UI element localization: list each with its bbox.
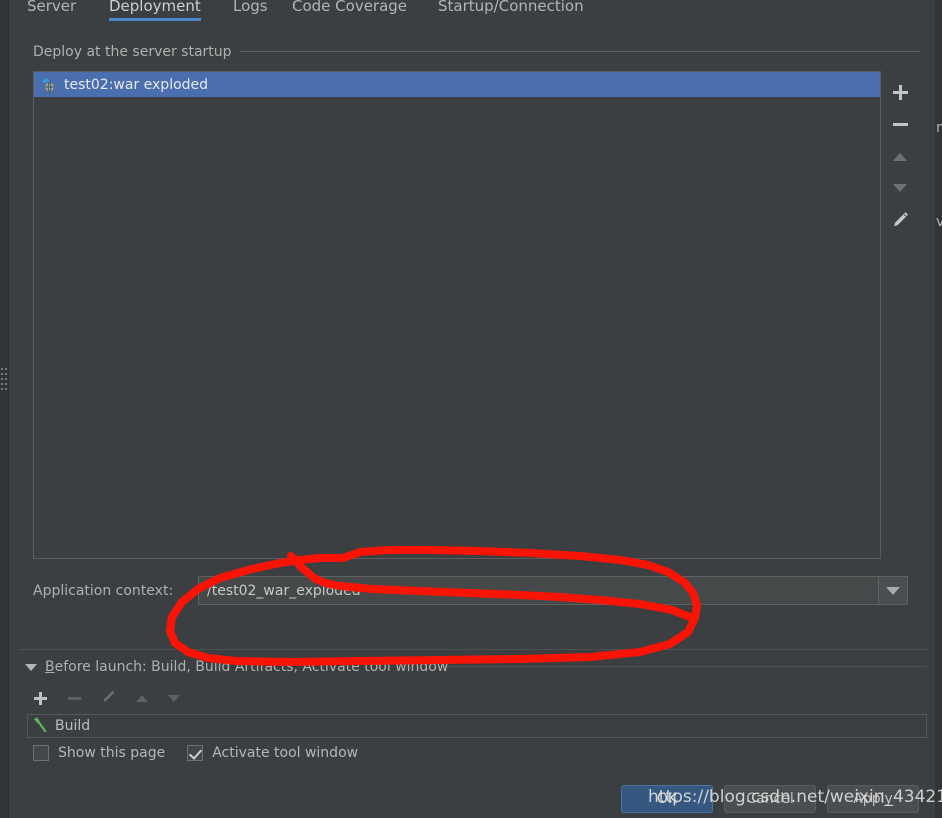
move-up-button[interactable] bbox=[881, 142, 919, 172]
edit-artifact-button[interactable] bbox=[881, 206, 919, 236]
button-label: Cancel bbox=[746, 791, 794, 807]
background-text-fragment: n bbox=[936, 120, 942, 136]
before-launch-task-row[interactable]: Build bbox=[27, 714, 927, 738]
pencil-edit-icon bbox=[891, 210, 910, 233]
edit-task-button[interactable] bbox=[95, 685, 121, 711]
tab-server[interactable]: Server bbox=[27, 0, 76, 18]
checkbox-box bbox=[187, 745, 204, 761]
chevron-down-icon bbox=[886, 586, 900, 595]
active-tab-indicator bbox=[109, 18, 201, 21]
apply-button[interactable]: Apply bbox=[827, 785, 919, 813]
tab-logs[interactable]: Logs bbox=[233, 0, 268, 18]
tab-code-coverage[interactable]: Code Coverage bbox=[292, 0, 407, 18]
arrow-down-icon bbox=[893, 184, 907, 192]
cancel-button[interactable]: Cancel bbox=[724, 785, 816, 813]
minus-icon bbox=[67, 692, 81, 705]
pencil-edit-icon bbox=[101, 689, 116, 708]
add-task-button[interactable] bbox=[27, 685, 53, 711]
application-context-dropdown-button[interactable] bbox=[878, 577, 907, 604]
remove-artifact-button[interactable] bbox=[881, 109, 919, 139]
tab-label: Logs bbox=[233, 0, 268, 15]
arrow-up-icon bbox=[136, 694, 148, 702]
tab-label: Code Coverage bbox=[292, 0, 408, 15]
add-artifact-button[interactable] bbox=[881, 77, 919, 107]
before-launch-title: Before launch: Build, Build Artifacts, A… bbox=[45, 659, 448, 675]
green-hammer-icon bbox=[32, 716, 49, 737]
arrow-down-icon bbox=[168, 694, 180, 702]
application-context-combobox[interactable] bbox=[198, 576, 908, 605]
artifact-list-toolbar bbox=[881, 71, 919, 559]
task-label: Build bbox=[55, 718, 91, 734]
before-launch-header[interactable]: Before launch: Build, Build Artifacts, A… bbox=[25, 659, 448, 675]
minus-icon bbox=[892, 117, 908, 132]
checkbox-label: Activate tool window bbox=[212, 745, 359, 761]
before-launch-title-rest: efore launch: Build, Build Artifacts, Ac… bbox=[54, 659, 449, 675]
tab-startup-connection[interactable]: Startup/Connection bbox=[438, 0, 584, 18]
list-item-label: test02:war exploded bbox=[64, 76, 209, 93]
background-text-fragment: v bbox=[936, 214, 942, 230]
dialog-tab-strip: Server Deployment Logs Code Coverage Sta… bbox=[9, 0, 935, 22]
activate-tool-window-checkbox[interactable]: Activate tool window bbox=[187, 745, 358, 761]
checkbox-label: Show this page bbox=[58, 745, 166, 761]
move-down-button[interactable] bbox=[881, 173, 919, 203]
deploy-group-label: Deploy at the server startup bbox=[33, 44, 240, 60]
before-launch-top-separator bbox=[19, 649, 927, 650]
ok-button[interactable]: OK bbox=[621, 785, 713, 813]
plus-icon bbox=[892, 84, 908, 100]
tab-label: Deployment bbox=[109, 0, 201, 15]
show-this-page-checkbox[interactable]: Show this page bbox=[33, 745, 165, 761]
dialog-footer: OK Cancel Apply bbox=[621, 785, 930, 813]
task-down-button[interactable] bbox=[161, 685, 187, 711]
dialog-resize-handle[interactable] bbox=[1, 368, 8, 390]
artifact-war-exploded-icon bbox=[41, 77, 57, 93]
application-context-input[interactable] bbox=[199, 577, 878, 604]
before-launch-options: Show this page Activate tool window bbox=[33, 745, 380, 761]
tab-deployment[interactable]: Deployment bbox=[109, 0, 201, 21]
tab-label: Startup/Connection bbox=[438, 0, 584, 15]
before-launch-title-separator bbox=[439, 666, 927, 667]
deployment-artifact-list[interactable]: test02:war exploded bbox=[33, 71, 881, 559]
tab-label: Server bbox=[27, 0, 77, 15]
before-launch-toolbar bbox=[27, 685, 227, 711]
application-context-label: Application context: bbox=[33, 583, 174, 599]
before-launch-title-mnemonic: B bbox=[45, 659, 55, 675]
task-up-button[interactable] bbox=[129, 685, 155, 711]
list-item[interactable]: test02:war exploded bbox=[34, 72, 880, 97]
button-label: OK bbox=[656, 791, 678, 807]
button-label: Apply bbox=[853, 791, 893, 807]
plus-icon bbox=[33, 691, 47, 705]
arrow-up-icon bbox=[893, 153, 907, 161]
triangle-down-icon bbox=[25, 663, 37, 671]
remove-task-button[interactable] bbox=[61, 685, 87, 711]
checkbox-box bbox=[33, 745, 49, 761]
run-configuration-dialog: Server Deployment Logs Code Coverage Sta… bbox=[8, 0, 935, 818]
